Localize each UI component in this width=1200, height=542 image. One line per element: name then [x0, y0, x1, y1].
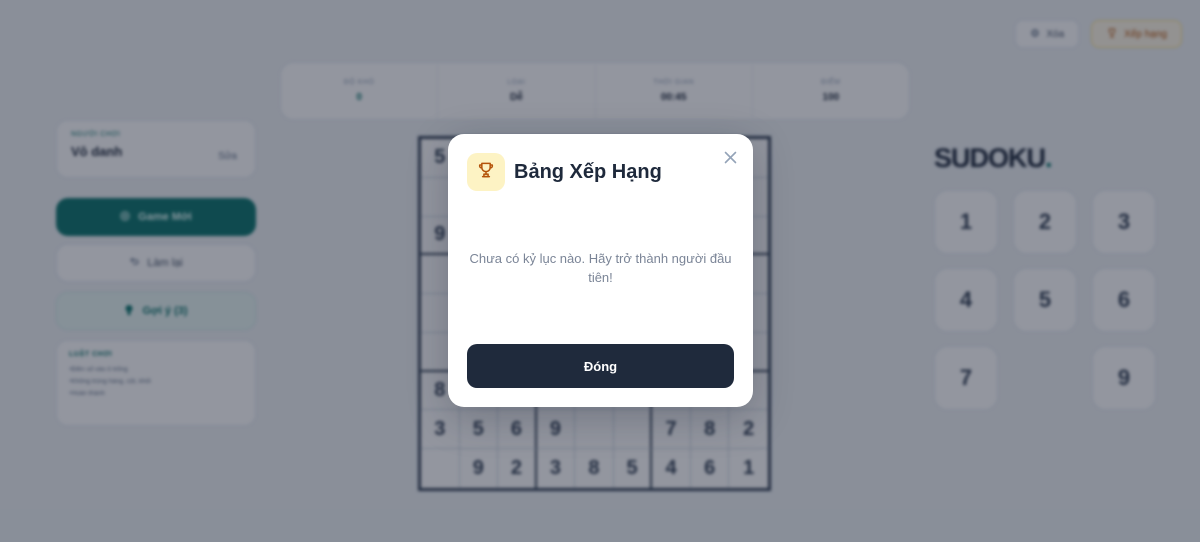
close-button[interactable]: Đóng	[467, 344, 734, 388]
trophy-icon	[476, 160, 496, 185]
close-icon[interactable]	[720, 147, 740, 167]
empty-leaderboard-message: Chưa có kỷ lục nào. Hãy trở thành người …	[469, 251, 732, 285]
leaderboard-modal: Bảng Xếp Hạng Chưa có kỷ lục nào. Hãy tr…	[448, 134, 753, 407]
modal-icon-badge	[467, 153, 505, 191]
modal-title: Bảng Xếp Hạng	[514, 161, 662, 183]
